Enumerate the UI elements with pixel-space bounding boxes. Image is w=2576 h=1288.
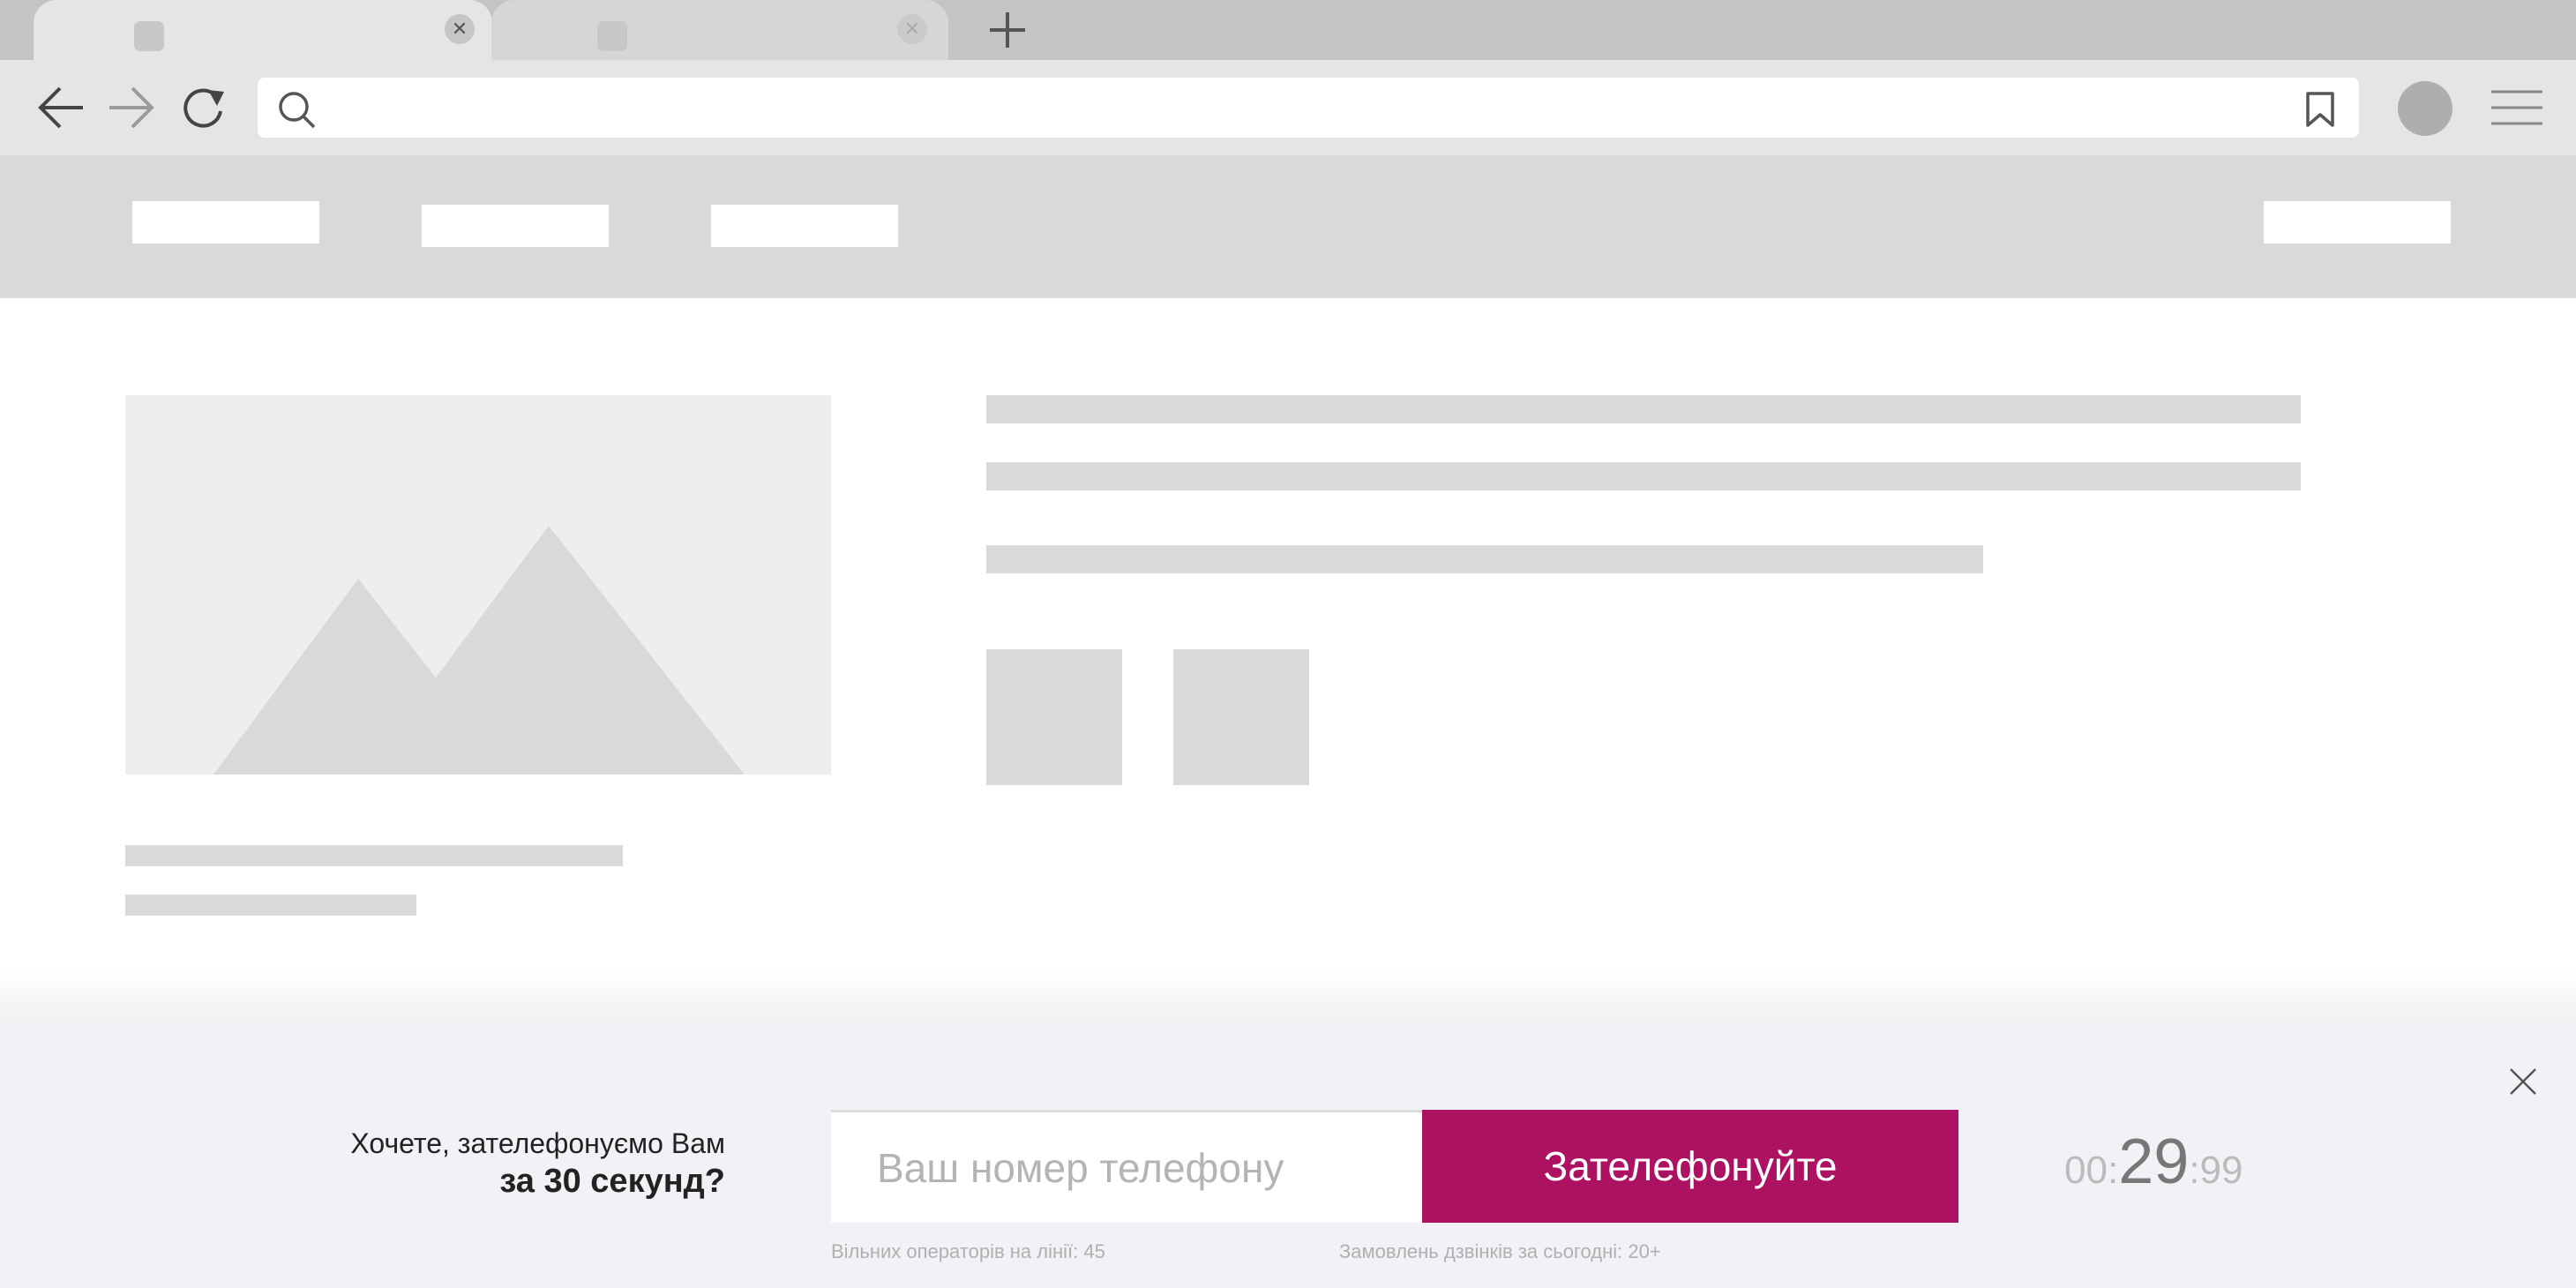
countdown-timer: 00:29:99 xyxy=(2064,1126,2311,1205)
calls-ordered-today-status: Замовлень дзвінків за сьогодні: 20+ xyxy=(1339,1240,1661,1262)
tab-close-icon[interactable]: ✕ xyxy=(897,14,927,44)
nav-item-placeholder[interactable] xyxy=(711,205,898,247)
reload-icon[interactable] xyxy=(176,83,229,132)
text-line-placeholder xyxy=(986,462,2301,490)
browser-tab-inactive[interactable]: ✕ xyxy=(491,0,948,60)
back-arrow-icon[interactable] xyxy=(35,83,88,132)
search-icon xyxy=(279,92,316,129)
text-line-placeholder xyxy=(125,845,623,866)
timer-minutes: 00 xyxy=(2064,1149,2108,1192)
image-placeholder xyxy=(125,395,831,775)
new-tab-plus-icon[interactable] xyxy=(985,7,1030,53)
text-line-placeholder xyxy=(986,545,1983,573)
timer-seconds: 29 xyxy=(2118,1127,2190,1197)
site-header xyxy=(0,155,2576,298)
callback-question-line2: за 30 секунд? xyxy=(499,1163,725,1200)
page: ✕ ✕ Хочете, зателефонуємо Вам за 30 секу… xyxy=(0,0,2576,1288)
close-icon[interactable] xyxy=(2505,1064,2541,1099)
timer-hundredths: 99 xyxy=(2199,1149,2243,1192)
callback-question: Хочете, зателефонуємо Вам за 30 секунд? xyxy=(265,1126,725,1202)
browser-toolbar xyxy=(0,60,2576,155)
address-bar[interactable] xyxy=(258,78,2359,138)
call-me-button[interactable]: Зателефонуйте xyxy=(1422,1110,1958,1223)
nav-item-placeholder[interactable] xyxy=(422,205,609,247)
bookmark-icon[interactable] xyxy=(2303,90,2338,129)
image-placeholder-icon xyxy=(213,526,745,775)
widget-shadow xyxy=(0,970,2576,1023)
tab-close-icon[interactable]: ✕ xyxy=(445,14,475,44)
favicon-placeholder-icon xyxy=(597,21,627,51)
favicon-placeholder-icon xyxy=(134,21,164,51)
thumbnail-placeholder xyxy=(986,649,1122,785)
hamburger-menu-icon[interactable] xyxy=(2490,86,2544,129)
forward-arrow-icon[interactable] xyxy=(104,83,157,132)
phone-input[interactable] xyxy=(831,1110,1422,1223)
nav-item-placeholder[interactable] xyxy=(132,201,319,243)
avatar[interactable] xyxy=(2398,81,2452,136)
free-operators-status: Вільних операторів на лінії: 45 xyxy=(831,1240,1105,1262)
timer-separator: : xyxy=(2107,1149,2119,1192)
text-line-placeholder xyxy=(986,395,2301,423)
timer-separator: : xyxy=(2189,1149,2200,1192)
text-line-placeholder xyxy=(125,895,416,916)
callback-question-line1: Хочете, зателефонуємо Вам xyxy=(350,1127,725,1159)
header-action-placeholder[interactable] xyxy=(2264,201,2451,243)
browser-tab-strip: ✕ ✕ xyxy=(0,0,2576,60)
callback-widget: Хочете, зателефонуємо Вам за 30 секунд? … xyxy=(0,1022,2576,1288)
thumbnail-placeholder xyxy=(1173,649,1309,785)
browser-tab-active[interactable]: ✕ xyxy=(34,0,492,60)
